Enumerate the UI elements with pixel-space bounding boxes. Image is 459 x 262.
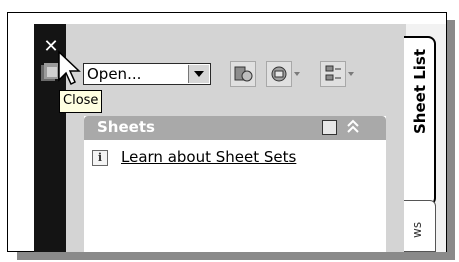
plot-icon	[271, 66, 287, 82]
sheets-panel-header: Sheets	[84, 116, 386, 140]
view-options-icon	[325, 65, 341, 81]
plot-button[interactable]	[266, 61, 292, 87]
close-tooltip: Close	[59, 90, 103, 113]
view-options-dropdown-icon[interactable]	[346, 61, 356, 87]
learn-about-sheet-sets-link[interactable]: Learn about Sheet Sets	[121, 148, 296, 166]
panel-help-icon[interactable]	[322, 120, 337, 135]
plot-dropdown-icon[interactable]	[292, 61, 302, 87]
sheet-set-combo-value: Open...	[87, 65, 142, 83]
tab-sheet-list-label: Sheet List	[411, 49, 429, 134]
view-options-button[interactable]	[320, 61, 346, 87]
publish-icon	[234, 66, 253, 82]
info-icon: i	[92, 150, 108, 166]
chevron-down-icon[interactable]	[188, 65, 209, 83]
tab-views-label: ws	[410, 221, 424, 238]
publish-button[interactable]	[230, 61, 256, 87]
mouse-cursor-icon	[58, 50, 81, 86]
collapse-icon[interactable]	[346, 119, 360, 135]
sheet-set-combo[interactable]: Open...	[83, 63, 211, 85]
sheets-panel-title: Sheets	[97, 118, 155, 136]
